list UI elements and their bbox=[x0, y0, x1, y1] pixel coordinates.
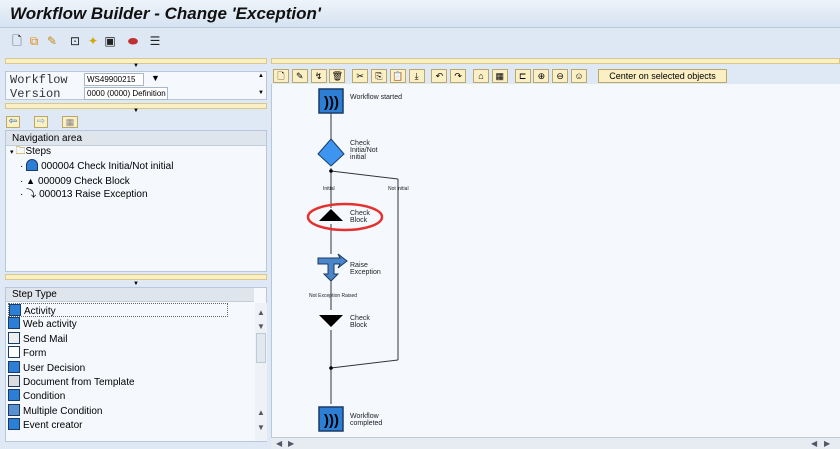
back-button[interactable]: ⇦ bbox=[6, 116, 20, 128]
branch-label: Not initial bbox=[388, 186, 409, 193]
paste-icon[interactable]: 📋 bbox=[390, 69, 406, 83]
node-label-block: CheckBlock bbox=[350, 210, 370, 224]
title-bar: Workflow Builder - Change 'Exception' bbox=[0, 0, 840, 28]
condition-icon bbox=[318, 139, 344, 166]
new-icon[interactable]: 🗋 bbox=[10, 34, 24, 48]
version-select[interactable]: 0000 (0000) Definition bbox=[84, 87, 168, 100]
connector bbox=[331, 360, 398, 368]
highlight-ellipse bbox=[308, 204, 382, 230]
spark-icon[interactable]: ✦ bbox=[86, 34, 100, 48]
block-start-icon bbox=[319, 209, 343, 221]
svg-text:))): ))) bbox=[324, 94, 339, 111]
step-type-icon bbox=[8, 346, 20, 358]
node-label-block-end: CheckBlock bbox=[350, 315, 370, 329]
monitor-icon[interactable]: ▣ bbox=[103, 34, 117, 48]
home-icon[interactable]: ⌂ bbox=[473, 69, 489, 83]
center-selected-button[interactable]: Center on selected objects bbox=[598, 69, 727, 83]
collapse-icon[interactable]: ▼ bbox=[133, 108, 139, 114]
steps-label: Steps bbox=[25, 146, 51, 157]
list-icon[interactable]: ☰ bbox=[148, 34, 162, 48]
step-type-icon bbox=[8, 332, 20, 344]
scroll-thumb[interactable] bbox=[256, 333, 266, 363]
link-icon[interactable]: ↯ bbox=[311, 69, 327, 83]
workflow-label: Workflow bbox=[10, 73, 68, 87]
step-type-item[interactable]: Activity bbox=[8, 303, 228, 317]
scroll-down-icon[interactable]: ▼ bbox=[258, 90, 264, 96]
scroll-up-icon[interactable]: ▲ bbox=[258, 73, 264, 79]
step-type-icon bbox=[8, 361, 20, 373]
step-type-item[interactable]: User Decision bbox=[8, 361, 85, 375]
lock-icon[interactable]: ⊡ bbox=[68, 34, 82, 48]
branch-label: Initial bbox=[323, 186, 335, 193]
delete-icon[interactable]: 🗑 bbox=[329, 69, 345, 83]
redo-icon[interactable]: ↷ bbox=[450, 69, 466, 83]
align-icon[interactable]: ⊏ bbox=[515, 69, 531, 83]
step-type-icon bbox=[8, 404, 20, 416]
step-type-item[interactable]: Multiple Condition bbox=[8, 404, 103, 418]
step-type-icon bbox=[8, 389, 20, 401]
step-type-item[interactable]: Web activity bbox=[8, 317, 77, 331]
tree-root-steps[interactable]: ▾ 🗀Steps bbox=[10, 145, 51, 159]
cut-icon[interactable]: ✂ bbox=[352, 69, 368, 83]
block-icon: ▲ bbox=[26, 176, 35, 186]
user-icon[interactable]: ☺ bbox=[571, 69, 587, 83]
step-type-item[interactable]: Form bbox=[8, 346, 46, 360]
junction bbox=[329, 366, 333, 370]
workflow-canvas[interactable]: ))) ))) Workflow started CheckInitia/Not… bbox=[271, 84, 840, 437]
node-label-end: Workflowcompleted bbox=[350, 413, 382, 427]
copy-icon[interactable]: ⧉ bbox=[27, 34, 41, 48]
header-area: Workflow WS49900215 ▼ Version 0000 (0000… bbox=[5, 71, 267, 100]
copy-icon[interactable]: ⎘ bbox=[371, 69, 387, 83]
horizontal-scrollbar[interactable]: ◀▶ ◀▶ bbox=[271, 437, 840, 449]
branch-label: Not Exception Raised bbox=[309, 293, 357, 300]
forward-button[interactable]: ⇨ bbox=[34, 116, 48, 128]
node-label-start: Workflow started bbox=[350, 94, 402, 101]
version-label: Version bbox=[10, 87, 60, 101]
tree-item[interactable]: · ▲000009 Check Block bbox=[20, 174, 130, 188]
step-type-icon bbox=[8, 375, 20, 387]
raise-exception-icon: ⤵ bbox=[26, 189, 36, 200]
navigation-area: Navigation area ▾ 🗀Steps · 000004 Check … bbox=[5, 130, 267, 272]
insert-icon[interactable]: ⤓ bbox=[409, 69, 425, 83]
raise-exception-icon bbox=[318, 254, 347, 281]
step-type-icon bbox=[9, 304, 21, 316]
zoom-out-icon[interactable]: ⊖ bbox=[552, 69, 568, 83]
condition-icon bbox=[26, 159, 38, 171]
splitter[interactable] bbox=[271, 58, 840, 64]
pencil-icon[interactable]: ✎ bbox=[292, 69, 308, 83]
navigation-title: Navigation area bbox=[6, 131, 266, 146]
step-type-icon bbox=[8, 418, 20, 430]
scrollbar[interactable]: ▲▼ ▲▼ bbox=[255, 303, 267, 441]
step-type-panel: Step Type ActivityWeb activitySend MailF… bbox=[5, 287, 267, 442]
edit-icon[interactable]: ✎ bbox=[45, 34, 59, 48]
svg-text:))): ))) bbox=[324, 412, 339, 429]
workflow-input[interactable]: WS49900215 bbox=[84, 73, 144, 86]
node-label-raise: RaiseException bbox=[350, 262, 381, 276]
new-icon[interactable]: 🗋 bbox=[273, 69, 289, 83]
step-type-icon bbox=[8, 317, 20, 329]
connector bbox=[331, 171, 398, 179]
step-type-header: Step Type bbox=[6, 288, 254, 302]
undo-icon[interactable]: ↶ bbox=[431, 69, 447, 83]
layout-icon[interactable]: ▦ bbox=[492, 69, 508, 83]
step-type-item[interactable]: Condition bbox=[8, 389, 65, 403]
collapse-icon[interactable]: ▼ bbox=[133, 63, 139, 69]
zoom-in-icon[interactable]: ⊕ bbox=[533, 69, 549, 83]
tree-item[interactable]: · ⤵000013 Raise Exception bbox=[20, 188, 148, 202]
hat-icon[interactable]: ⬬ bbox=[126, 34, 140, 48]
tree-item[interactable]: · 000004 Check Initia/Not initial bbox=[20, 159, 173, 173]
flow-diagram: ))) ))) bbox=[272, 84, 840, 437]
block-end-icon bbox=[319, 315, 343, 327]
dropdown-icon[interactable]: ▼ bbox=[151, 73, 160, 83]
step-type-item[interactable]: Event creator bbox=[8, 418, 82, 432]
overview-button[interactable]: ▦ bbox=[62, 116, 78, 128]
splitter[interactable] bbox=[5, 274, 267, 280]
junction bbox=[329, 169, 333, 173]
step-type-item[interactable]: Document from Template bbox=[8, 375, 135, 389]
step-type-item[interactable]: Send Mail bbox=[8, 332, 67, 346]
node-label-condition: CheckInitia/Notinitial bbox=[350, 140, 390, 161]
window-title: Workflow Builder - Change 'Exception' bbox=[10, 4, 321, 24]
